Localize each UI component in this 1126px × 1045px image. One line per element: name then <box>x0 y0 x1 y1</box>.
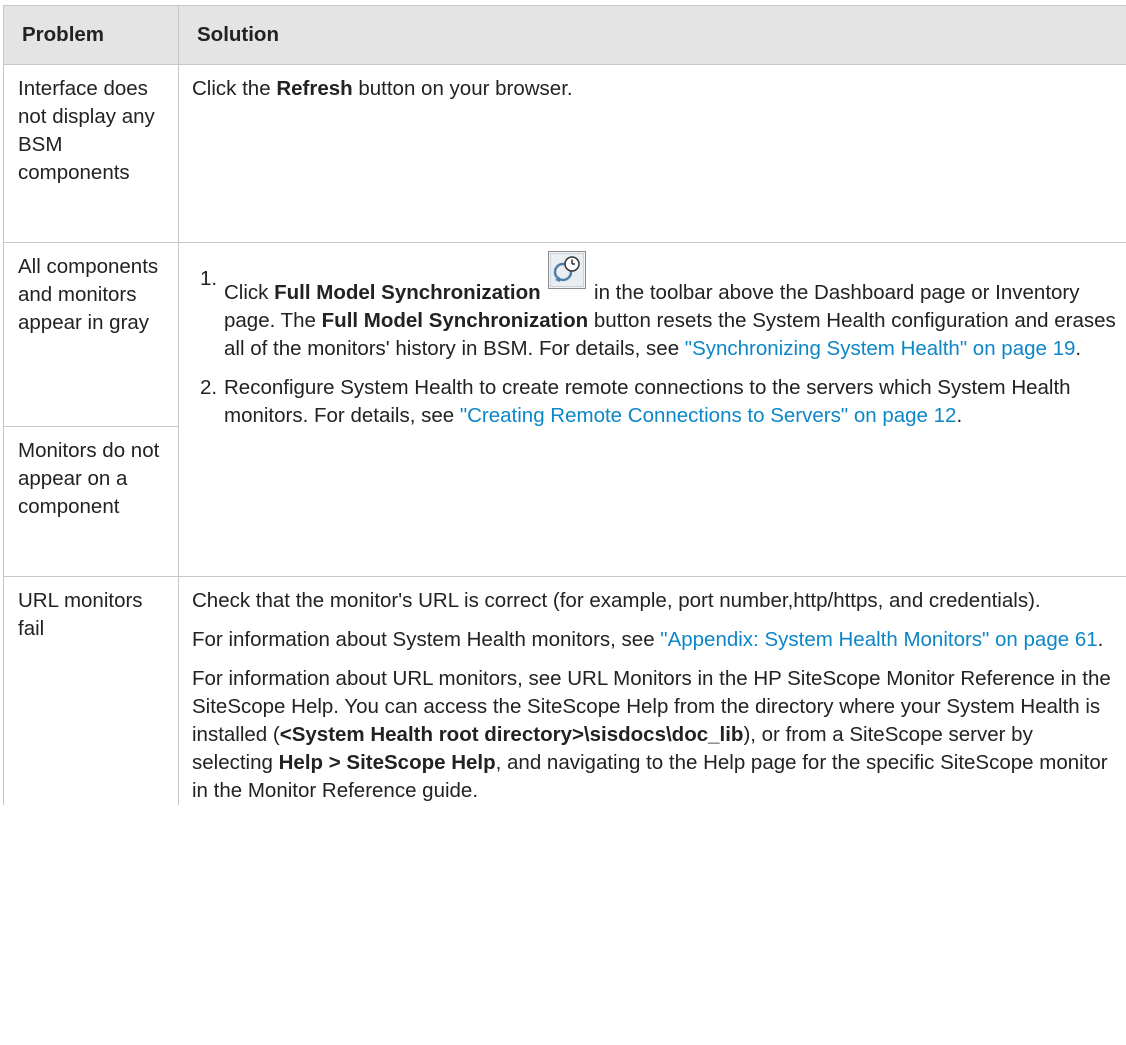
paragraph-text: For information about System Health moni… <box>192 628 661 651</box>
step-text: . <box>956 404 963 427</box>
table-row: All components and monitors appear in gr… <box>3 242 1126 577</box>
directory-path: <System Health root directory>\sisdocs\d… <box>279 723 744 746</box>
solution-cell: 1. Click Full Model Synchronization in th… <box>178 242 1126 577</box>
troubleshooting-table: Problem Solution Interface does not disp… <box>3 5 1126 805</box>
problem-cell: Interface does not display any BSM compo… <box>3 64 179 243</box>
full-model-sync-label: Full Model Synchronization <box>274 281 541 304</box>
problem-cell: All components and monitors appear in gr… <box>3 242 179 427</box>
link-appendix-system-health-monitors[interactable]: "Appendix: System Health Monitors" on pa… <box>660 628 1097 651</box>
table-header-row: Problem Solution <box>3 5 1126 65</box>
link-creating-remote-connections[interactable]: "Creating Remote Connections to Servers"… <box>460 404 957 427</box>
solution-cell: Click the Refresh button on your browser… <box>178 64 1126 243</box>
header-problem: Problem <box>3 5 179 65</box>
step-item: 2. Reconfigure System Health to create re… <box>192 374 1116 430</box>
solution-text: Click the <box>192 77 277 100</box>
full-model-synchronization-icon[interactable] <box>548 251 587 289</box>
solution-steps: 1. Click Full Model Synchronization in th… <box>192 251 1116 430</box>
step-number: 2. <box>200 376 218 399</box>
page: Problem Solution Interface does not disp… <box>0 0 1126 1045</box>
problem-cell: Monitors do not appear on a component <box>3 426 179 577</box>
table-row: Interface does not display any BSM compo… <box>3 64 1126 243</box>
step-text: . <box>1075 337 1082 360</box>
step-item: 1. Click Full Model Synchronization in th… <box>192 251 1116 363</box>
link-synchronizing-system-health[interactable]: "Synchronizing System Health" on page 19 <box>685 337 1076 360</box>
step-text: Click <box>224 281 275 304</box>
step-number: 1. <box>200 267 218 290</box>
table-row: URL monitors fail Check that the monitor… <box>3 576 1126 805</box>
solution-paragraph: Check that the monitor's URL is correct … <box>192 589 1041 612</box>
full-model-sync-label: Full Model Synchronization <box>321 309 589 332</box>
solution-paragraph: For information about URL monitors, see … <box>192 665 1116 805</box>
solution-text: button on your browser. <box>352 77 573 100</box>
solution-cell: Check that the monitor's URL is correct … <box>178 576 1126 805</box>
paragraph-text: . <box>1097 628 1104 651</box>
refresh-label: Refresh <box>276 77 353 100</box>
solution-paragraph: For information about System Health moni… <box>192 626 1116 654</box>
problem-cell: URL monitors fail <box>3 576 179 805</box>
header-solution: Solution <box>178 5 1126 65</box>
help-menu-path: Help > SiteScope Help <box>278 751 496 774</box>
